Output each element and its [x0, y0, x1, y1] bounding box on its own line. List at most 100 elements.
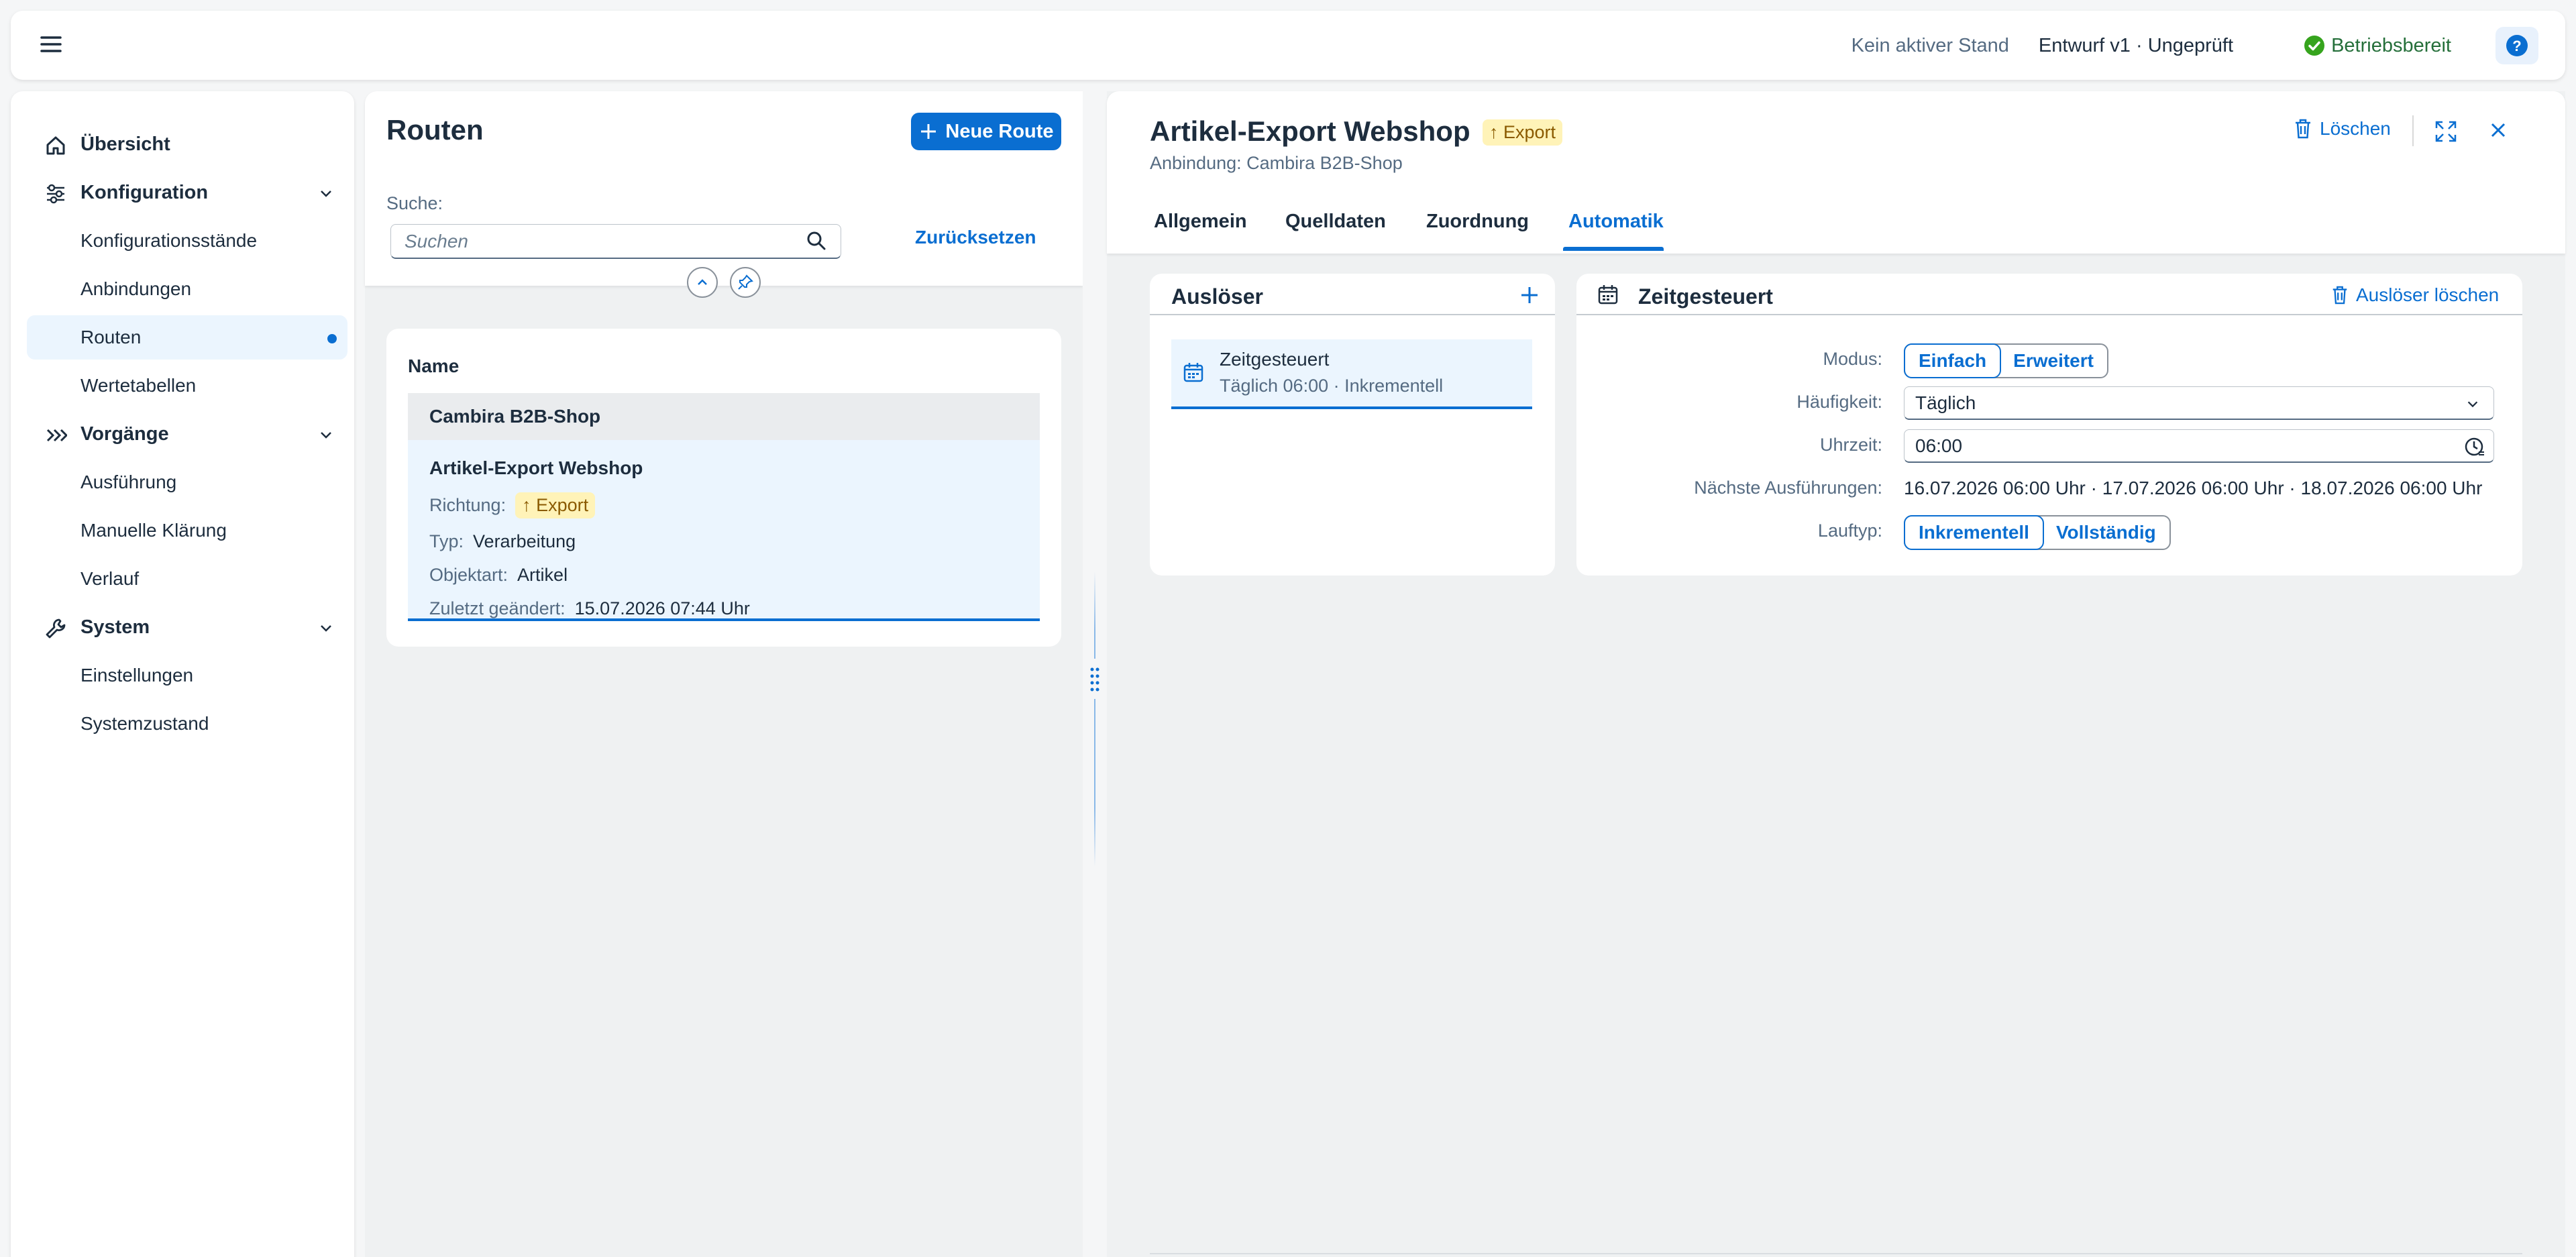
pin-icon [738, 274, 753, 290]
nav-settings[interactable]: Einstellungen [27, 653, 347, 698]
chevron-down-icon [321, 625, 331, 632]
trash-icon [2332, 286, 2347, 305]
splitter-line [1094, 571, 1095, 867]
schedule-title: Zeitgesteuert [1638, 284, 1773, 309]
settings-sliders-icon [47, 184, 64, 204]
direction-attr: Richtung: ↑ Export [429, 492, 596, 518]
time-label: Uhrzeit: [1819, 435, 1882, 455]
nav-system[interactable]: System [27, 605, 347, 649]
next-runs-label: Nächste Ausführungen: [1694, 478, 1882, 498]
detail-title: Artikel-Export Webshop [1150, 115, 1470, 147]
type-attr: Typ: Verarbeitung [429, 531, 576, 551]
object-type-attr: Objektart: Artikel [429, 565, 568, 585]
mode-advanced-option[interactable]: Erweitert [2000, 345, 2107, 377]
draft-version-text: Entwurf v1 · Ungeprüft [2038, 34, 2234, 56]
trigger-title: Zeitgesteuert [1220, 349, 1330, 370]
search-label: Suche: [386, 193, 443, 213]
trash-icon [2296, 119, 2310, 139]
time-input[interactable]: 06:00 [1904, 429, 2494, 463]
time-picker-icon[interactable] [2464, 435, 2487, 458]
nav-configuration[interactable]: Konfiguration [27, 170, 347, 215]
list-item[interactable]: Artikel-Export Webshop Richtung: ↑ Expor… [408, 440, 1040, 621]
direction-badge: ↑ Export [1483, 119, 1563, 146]
nav-manual-clarification[interactable]: Manuelle Klärung [27, 508, 347, 553]
active-stand-text: Kein aktiver Stand [1851, 34, 2009, 56]
active-tab-indicator [1563, 247, 1664, 251]
home-icon [46, 136, 65, 155]
help-button[interactable]: ? [2496, 27, 2538, 64]
new-route-button[interactable]: Neue Route [911, 113, 1061, 150]
direction-badge: ↑ Export [515, 492, 596, 518]
tab-general[interactable]: Allgemein [1154, 211, 1247, 233]
add-trigger-button[interactable] [1519, 284, 1540, 306]
delete-button[interactable]: Löschen [2293, 118, 2391, 140]
shell-bar: Kein aktiver Stand Entwurf v1 · Ungeprüf… [11, 11, 2565, 80]
triggers-panel-header: Auslöser [1150, 274, 1555, 315]
status-text: Betriebsbereit [2331, 34, 2451, 56]
frequency-select[interactable]: Täglich [1904, 386, 2494, 420]
chevron-down-icon [321, 432, 331, 439]
detail-subtitle: Anbindung: Cambira B2B-Shop [1150, 153, 1403, 173]
drag-handle-icon[interactable] [1088, 659, 1102, 699]
triggers-title: Auslöser [1171, 284, 1263, 309]
footer-divider [1150, 1253, 2522, 1254]
mode-segmented-control[interactable]: Einfach Erweitert [1904, 343, 2108, 378]
side-navigation: Übersicht Konfiguration Konfigurationsst… [11, 91, 354, 1257]
collapse-header-button[interactable] [687, 267, 718, 298]
schedule-panel-header: Zeitgesteuert Auslöser löschen [1576, 274, 2522, 315]
group-header-row[interactable]: Cambira B2B-Shop [408, 393, 1040, 440]
search-input[interactable]: Suchen [390, 224, 841, 259]
run-type-label: Lauftyp: [1817, 521, 1882, 541]
routes-list: Name Cambira B2B-Shop Artikel-Export Web… [386, 329, 1061, 647]
nav-execution[interactable]: Ausführung [27, 460, 347, 504]
nav-value-tables[interactable]: Wertetabellen [27, 364, 347, 408]
wrench-icon [46, 618, 66, 639]
reset-button[interactable]: Zurücksetzen [915, 227, 1036, 248]
triggers-panel: Auslöser Zeitgesteuert Täglich 06:00 · I… [1150, 274, 1555, 576]
run-type-segmented-control[interactable]: Inkrementell Vollständig [1904, 515, 2171, 550]
search-icon[interactable] [805, 229, 828, 252]
detail-column: Artikel-Export Webshop ↑ Export Anbindun… [1107, 91, 2565, 1257]
chevron-up-icon [698, 279, 707, 285]
next-runs-value: 16.07.2026 06:00 Uhr · 17.07.2026 06:00 … [1904, 478, 2483, 498]
calendar-icon [1183, 363, 1203, 382]
run-type-full-option[interactable]: Vollständig [2043, 516, 2169, 549]
nav-history[interactable]: Verlauf [27, 557, 347, 601]
pin-header-button[interactable] [730, 267, 761, 298]
nav-routes[interactable]: Routen [27, 315, 347, 360]
check-circle-icon [2304, 36, 2325, 56]
route-title: Artikel-Export Webshop [429, 457, 643, 478]
chevron-down-icon [2467, 401, 2478, 408]
last-changed-attr: Zuletzt geändert: 15.07.2026 07:44 Uhr [429, 598, 750, 618]
detail-header: Artikel-Export Webshop ↑ Export Anbindun… [1107, 91, 2565, 254]
double-chevron-right-icon [46, 429, 67, 442]
nav-system-health[interactable]: Systemzustand [27, 702, 347, 746]
tab-source-data[interactable]: Quelldaten [1285, 211, 1386, 233]
selected-indicator [327, 334, 337, 343]
tab-automation[interactable]: Automatik [1568, 211, 1664, 233]
menu-icon[interactable] [38, 31, 64, 58]
mode-label: Modus: [1823, 349, 1882, 369]
schedule-panel: Zeitgesteuert Auslöser löschen Modus: Ei… [1576, 274, 2522, 576]
column-splitter[interactable] [1083, 91, 1107, 1257]
frequency-label: Häufigkeit: [1796, 392, 1882, 412]
svg-text:?: ? [2512, 38, 2521, 54]
status-badge: Betriebsbereit [2303, 34, 2451, 57]
tab-mapping[interactable]: Zuordnung [1426, 211, 1529, 233]
delete-trigger-button[interactable]: Auslöser löschen [2330, 284, 2499, 306]
routes-column: Routen Neue Route Suche: Suchen Zurückse… [365, 91, 1083, 1257]
help-icon: ? [2506, 35, 2528, 56]
page-title: Routen [386, 114, 484, 146]
close-button[interactable] [2487, 119, 2509, 141]
run-type-incremental-option[interactable]: Inkrementell [1904, 515, 2044, 550]
plus-icon [921, 124, 936, 139]
trigger-list-item[interactable]: Zeitgesteuert Täglich 06:00 · Inkremente… [1171, 339, 1532, 409]
chevron-down-icon [321, 190, 331, 197]
nav-connections[interactable]: Anbindungen [27, 267, 347, 311]
nav-processes[interactable]: Vorgänge [27, 412, 347, 456]
mode-simple-option[interactable]: Einfach [1904, 343, 2002, 378]
nav-config-stands[interactable]: Konfigurationsstände [27, 219, 347, 263]
column-header-name: Name [408, 356, 460, 376]
fullscreen-button[interactable] [2434, 119, 2458, 144]
nav-overview[interactable]: Übersicht [27, 122, 347, 166]
